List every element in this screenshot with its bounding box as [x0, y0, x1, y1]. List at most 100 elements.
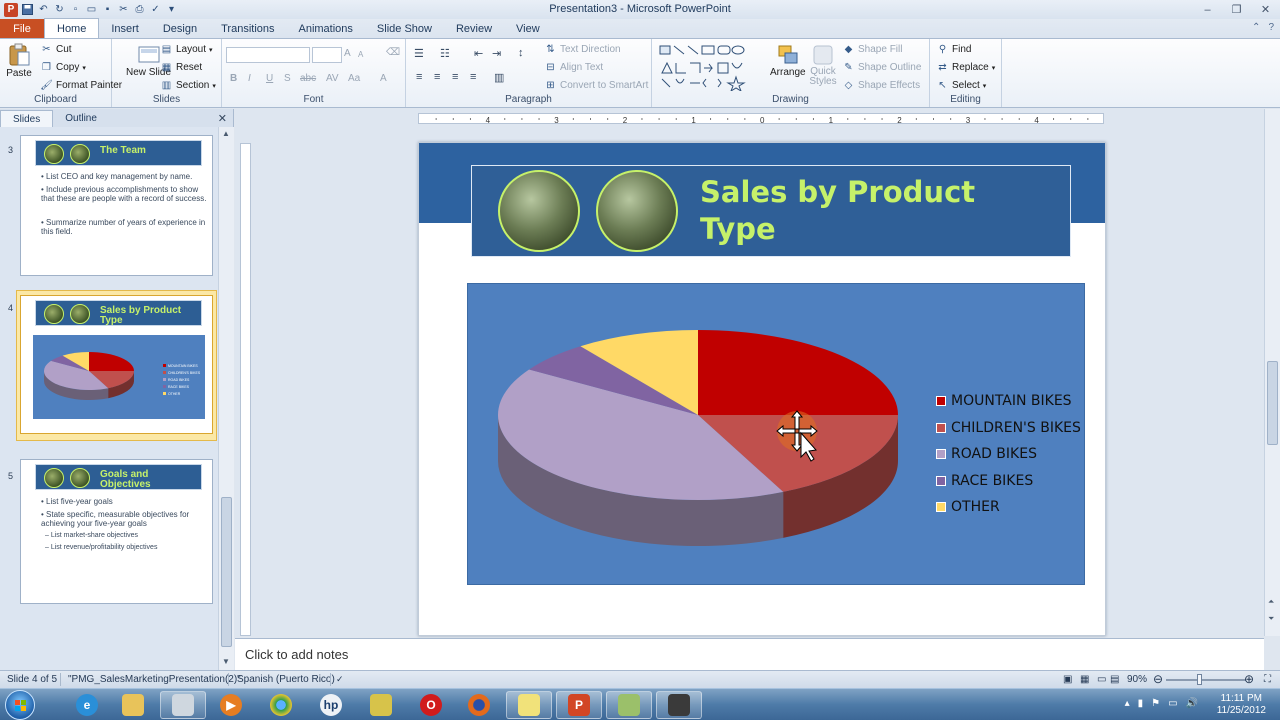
minimize-ribbon-icon[interactable]: ⌃ [1252, 22, 1260, 33]
scroll-up-arrow-icon[interactable]: ▲ [222, 129, 230, 138]
undo-icon[interactable]: ↶ [37, 3, 50, 16]
quick-styles-button[interactable]: Quick Styles [808, 43, 838, 87]
pane-scrollbar[interactable]: ▲ ▼ [218, 127, 234, 670]
zoom-slider-thumb[interactable] [1197, 674, 1202, 685]
scroll-thumb[interactable] [221, 497, 232, 647]
taskbar-chrome[interactable] [258, 691, 304, 719]
restore-button[interactable]: ❐ [1222, 0, 1251, 19]
slideshow-view-icon[interactable]: ▤ [1110, 674, 1119, 685]
italic-button[interactable]: I [248, 73, 251, 84]
redo-icon[interactable]: ↻ [53, 3, 66, 16]
tab-review[interactable]: Review [444, 19, 504, 38]
save-as-icon[interactable]: ▪ [101, 3, 114, 16]
normal-view-icon[interactable]: ▣ [1063, 674, 1072, 685]
tab-insert[interactable]: Insert [99, 19, 151, 38]
tab-outline[interactable]: Outline [53, 110, 109, 127]
close-button[interactable]: ✕ [1251, 0, 1280, 19]
clear-formatting-icon[interactable]: ⌫ [386, 47, 400, 58]
print-icon[interactable]: ⎙ [133, 3, 146, 16]
battery-icon[interactable]: ▭ [1168, 698, 1177, 709]
notes-pane[interactable]: Click to add notes [235, 638, 1264, 670]
increase-indent-icon[interactable]: ⇥ [492, 47, 501, 60]
slide-thumbnail-4[interactable]: Sales by Product Type MOUNTAIN BIKES CHIL… [20, 295, 213, 434]
taskbar-app1[interactable] [606, 691, 652, 719]
strikethrough-button[interactable]: abc [300, 73, 316, 84]
grow-font-button[interactable]: A [344, 48, 351, 59]
flag-icon[interactable]: ⚑ [1151, 698, 1160, 709]
arrange-button[interactable]: Arrange [770, 43, 806, 78]
change-case-button[interactable]: Aa [348, 73, 360, 84]
taskbar-puzzle[interactable] [358, 691, 404, 719]
new-document-icon[interactable]: ▫ [69, 3, 82, 16]
taskbar-folder-2[interactable] [506, 691, 552, 719]
text-direction-button[interactable]: ⇅ Text Direction [544, 43, 620, 56]
shapes-gallery[interactable] [658, 43, 762, 93]
taskbar-hp[interactable]: hp [308, 691, 354, 719]
shape-effects-button[interactable]: ◇ Shape Effects [842, 79, 920, 92]
select-button[interactable]: ↖ Select ▾ [936, 79, 986, 92]
slide-thumbnail-5[interactable]: Goals and Objectives • List five-year go… [20, 459, 213, 604]
zoom-level[interactable]: 90% [1127, 674, 1147, 685]
format-painter-button[interactable]: 🖌 Format Painter [40, 79, 122, 92]
previous-slide-icon[interactable]: ⏶ [1268, 597, 1274, 607]
underline-button[interactable]: U [266, 73, 273, 84]
slide-sorter-icon[interactable]: ▦ [1080, 674, 1089, 685]
paste-button[interactable]: Paste [6, 43, 32, 79]
layout-button[interactable]: ▤ Layout ▾ [160, 43, 213, 56]
clock[interactable]: 11:11 PM 11/25/2012 [1217, 693, 1266, 717]
volume-icon[interactable]: 🔊 [1186, 698, 1198, 709]
columns-icon[interactable]: ▥ [494, 71, 504, 84]
zoom-slider[interactable] [1166, 679, 1246, 681]
font-size-combo[interactable] [312, 47, 342, 63]
taskbar-firefox[interactable] [456, 691, 502, 719]
find-button[interactable]: ⚲ Find [936, 43, 972, 56]
open-folder-icon[interactable]: ▭ [85, 3, 98, 16]
help-icon[interactable]: ? [1268, 22, 1274, 33]
convert-smartart-button[interactable]: ⊞ Convert to SmartArt [544, 79, 648, 92]
thumb-pie-slice-0[interactable] [89, 352, 134, 371]
shrink-font-button[interactable]: A [358, 50, 363, 59]
align-left-icon[interactable]: ≡ [416, 71, 422, 83]
tab-slides[interactable]: Slides [0, 110, 54, 127]
spelling-icon[interactable]: ✓ [149, 3, 162, 16]
spellcheck-icon[interactable]: ✓ [336, 674, 344, 685]
justify-icon[interactable]: ≡ [470, 71, 476, 83]
start-button[interactable] [5, 690, 35, 720]
reset-button[interactable]: ▦ Reset [160, 61, 202, 74]
tab-file[interactable]: File [0, 19, 44, 38]
taskbar-app2[interactable] [656, 691, 702, 719]
taskbar-opera[interactable]: O [408, 691, 454, 719]
slide-canvas[interactable]: Sales by Product Type MOUNTAIN BIKES CHI… [418, 142, 1106, 636]
taskbar-powerpoint[interactable]: P [556, 691, 602, 719]
tab-transitions[interactable]: Transitions [209, 19, 286, 38]
editor-scrollbar[interactable]: ⏶ ⏷ [1264, 109, 1280, 636]
next-slide-icon[interactable]: ⏷ [1268, 614, 1274, 624]
bullets-icon[interactable]: ☰ [414, 47, 424, 60]
font-color-button[interactable]: A [380, 73, 387, 84]
customize-toolbar-icon[interactable]: ▾ [165, 3, 178, 16]
section-button[interactable]: ▥ Section ▾ [160, 79, 216, 92]
save-icon[interactable] [21, 3, 34, 16]
close-pane-icon[interactable]: ✕ [218, 112, 227, 125]
tab-view[interactable]: View [504, 19, 552, 38]
reading-view-icon[interactable]: ▭ [1097, 674, 1106, 685]
shadow-button[interactable]: S [284, 73, 291, 84]
pie-slice-0[interactable] [698, 330, 898, 415]
zoom-out-icon[interactable]: ⊖ [1153, 672, 1163, 686]
line-spacing-icon[interactable]: ↕ [518, 47, 524, 59]
scroll-thumb[interactable] [1267, 361, 1278, 445]
align-text-button[interactable]: ⊟ Align Text [544, 61, 603, 74]
taskbar-folder[interactable] [160, 691, 206, 719]
scroll-down-arrow-icon[interactable]: ▼ [222, 657, 230, 666]
minimize-button[interactable]: – [1193, 0, 1222, 19]
replace-button[interactable]: ⇄ Replace ▾ [936, 61, 995, 74]
align-right-icon[interactable]: ≡ [452, 71, 458, 83]
tab-animations[interactable]: Animations [287, 19, 365, 38]
fit-to-window-icon[interactable]: ⛶ [1264, 674, 1271, 685]
tools-icon[interactable]: ✂ [117, 3, 130, 16]
title-placeholder[interactable]: Sales by Product Type [471, 165, 1071, 257]
shape-fill-button[interactable]: ◆ Shape Fill [842, 43, 903, 56]
network-icon[interactable]: ▮ [1138, 698, 1144, 709]
copy-button[interactable]: ❐ Copy ▾ [40, 61, 86, 74]
zoom-in-icon[interactable]: ⊕ [1244, 672, 1254, 686]
